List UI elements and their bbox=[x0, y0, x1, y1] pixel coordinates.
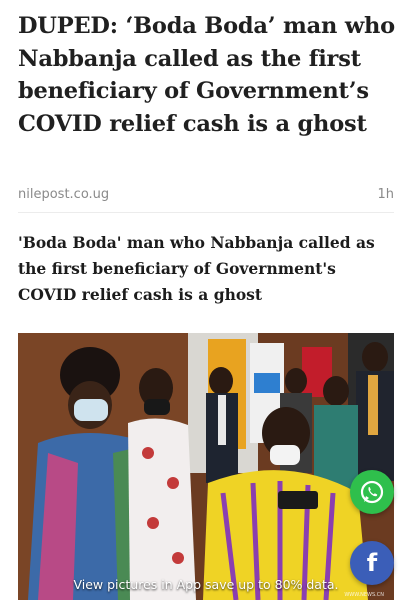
article-headline: DUPED: ‘Boda Boda’ man who Nabbanja call… bbox=[18, 13, 395, 137]
photo-caption: View pictures in App save up to 80% data… bbox=[73, 577, 339, 592]
article-meta: nilepost.co.ug 1h bbox=[18, 187, 394, 202]
whatsapp-share-button[interactable] bbox=[350, 470, 394, 514]
photo-watermark: WWW.NEWS.CN bbox=[344, 592, 384, 598]
timestamp: 1h bbox=[377, 187, 394, 202]
source-label[interactable]: nilepost.co.ug bbox=[18, 187, 109, 202]
photo-illustration bbox=[18, 333, 394, 600]
whatsapp-icon bbox=[360, 480, 384, 504]
facebook-share-button[interactable]: f bbox=[350, 541, 394, 585]
article-subheadline: 'Boda Boda' man who Nabbanja called as t… bbox=[18, 233, 375, 304]
facebook-icon: f bbox=[366, 549, 378, 577]
article-photo[interactable]: View pictures in App save up to 80% data… bbox=[18, 333, 394, 600]
divider bbox=[18, 212, 394, 213]
